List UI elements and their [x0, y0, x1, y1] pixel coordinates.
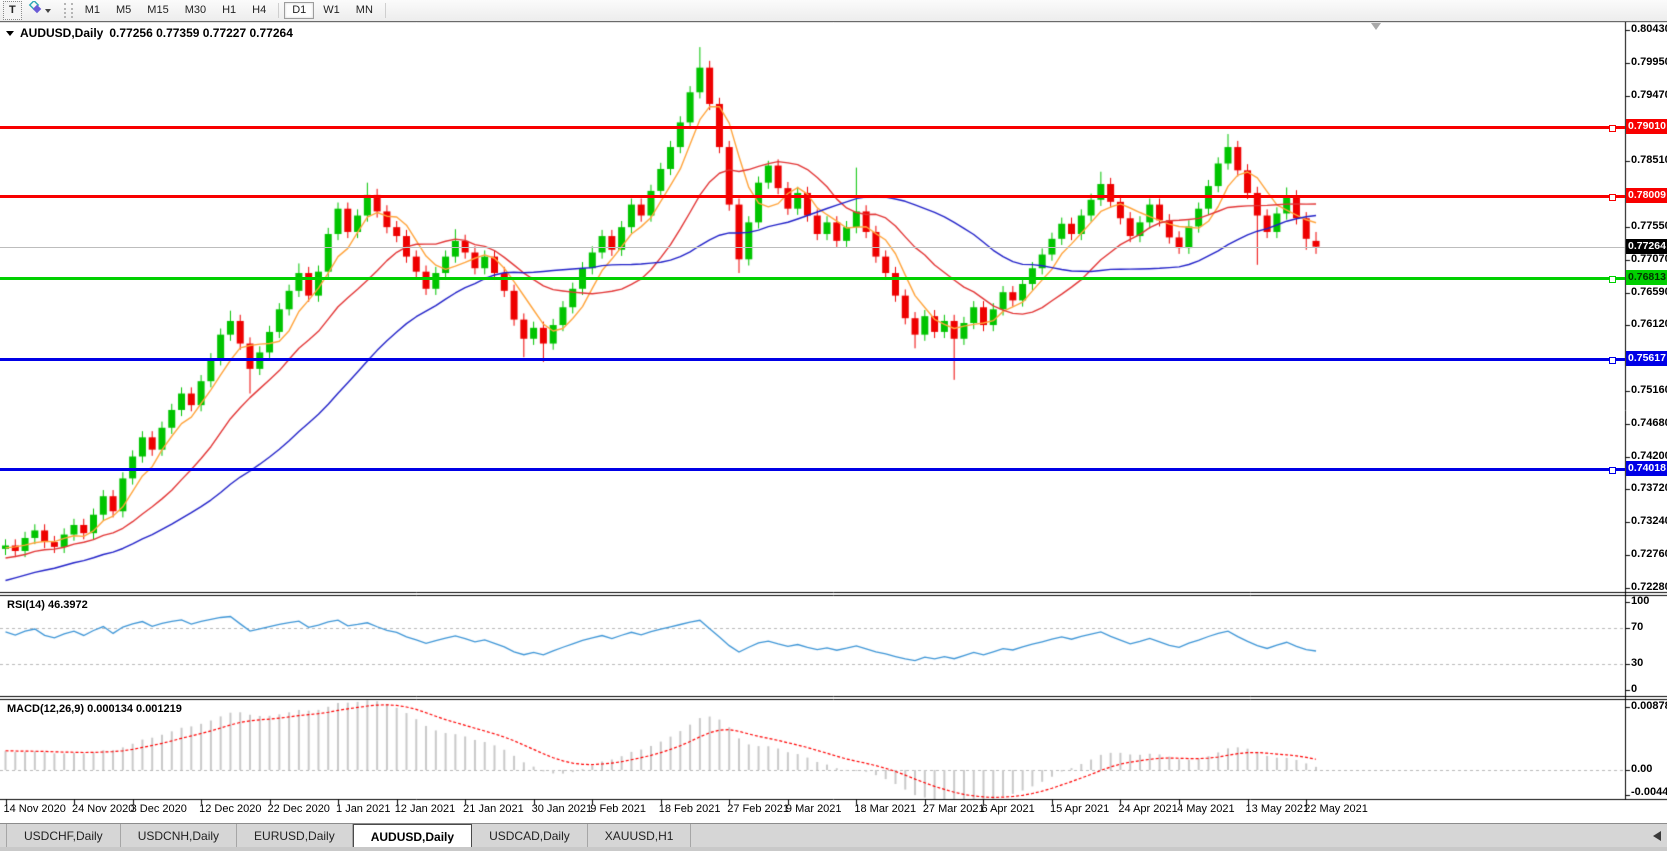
timeframe-h1-button[interactable]: H1	[215, 2, 243, 19]
date-axis-label: 3 Dec 2020	[131, 803, 187, 815]
price-axis-tick: 0.73720	[1631, 482, 1667, 494]
horizontal-line-handle[interactable]	[1609, 194, 1616, 201]
shapes-icon	[28, 1, 42, 20]
collapse-triangle-icon[interactable]	[6, 31, 14, 36]
price-axis-badge: 0.79010	[1626, 119, 1667, 134]
price-axis-tick: 0.80430	[1631, 23, 1667, 35]
price-axis-badge: 0.77264	[1626, 239, 1667, 254]
date-axis-label: 1 Jan 2021	[336, 803, 390, 815]
price-axis-tick: 0.77550	[1631, 220, 1667, 232]
toolbar: T M1 M5 M15 M30 H1 H4 D1 W1 MN	[0, 0, 1667, 22]
horizontal-line-handle[interactable]	[1609, 276, 1616, 283]
rsi-axis-tick: 30	[1631, 657, 1643, 669]
horizontal-line[interactable]	[0, 468, 1625, 471]
macd-axis-tick: 0.00	[1631, 763, 1652, 775]
tab-usdcnh-daily[interactable]: USDCNH,Daily	[121, 824, 237, 848]
toolbar-separator	[278, 3, 279, 18]
macd-axis-tick: 0.008782	[1631, 700, 1667, 712]
macd-indicator-label: MACD(12,26,9) 0.000134 0.001219	[7, 703, 182, 715]
timeframe-d1-button[interactable]: D1	[284, 2, 314, 19]
horizontal-line[interactable]	[0, 195, 1625, 198]
price-axis-badge: 0.74018	[1626, 461, 1667, 476]
price-axis-tick: 0.74200	[1631, 450, 1667, 462]
date-axis-label: 12 Jan 2021	[395, 803, 456, 815]
date-axis-label: 18 Feb 2021	[659, 803, 721, 815]
timeframe-m1-button[interactable]: M1	[78, 2, 107, 19]
date-axis-label: 15 Apr 2021	[1050, 803, 1109, 815]
price-axis-tick: 0.72280	[1631, 581, 1667, 593]
chart-shift-marker[interactable]	[1371, 23, 1381, 30]
horizontal-line-handle[interactable]	[1609, 357, 1616, 364]
price-axis-tick: 0.74680	[1631, 417, 1667, 429]
price-axis-badge: 0.75617	[1626, 351, 1667, 366]
date-axis-label: 27 Mar 2021	[923, 803, 985, 815]
timeframe-m5-button[interactable]: M5	[109, 2, 138, 19]
rsi-axis-tick: 100	[1631, 595, 1649, 607]
chevron-down-icon	[45, 9, 51, 13]
rsi-indicator-label: RSI(14) 46.3972	[7, 599, 88, 611]
tab-usdchf-daily[interactable]: USDCHF,Daily	[6, 824, 121, 848]
date-axis-label: 14 Nov 2020	[4, 803, 66, 815]
date-axis-label: 9 Feb 2021	[590, 803, 646, 815]
chart-title: AUDUSD,Daily 0.77256 0.77359 0.77227 0.7…	[6, 26, 293, 40]
tab-usdcad-daily[interactable]: USDCAD,Daily	[472, 824, 588, 848]
date-axis-label: 24 Nov 2020	[72, 803, 134, 815]
date-axis-label: 18 Mar 2021	[854, 803, 916, 815]
price-axis-tick: 0.77070	[1631, 253, 1667, 265]
price-axis-tick: 0.75160	[1631, 384, 1667, 396]
date-axis-label: 21 Jan 2021	[463, 803, 524, 815]
date-axis-label: 30 Jan 2021	[532, 803, 593, 815]
toolbar-grip[interactable]	[64, 3, 73, 18]
rsi-axis-tick: 0	[1631, 683, 1637, 695]
date-axis-label: 9 Mar 2021	[786, 803, 842, 815]
tab-audusd-daily[interactable]: AUDUSD,Daily	[353, 824, 472, 848]
timeframe-mn-button[interactable]: MN	[349, 2, 380, 19]
macd-axis-tick: -0.00445	[1631, 786, 1667, 798]
drawing-tool-button[interactable]	[24, 2, 55, 19]
date-axis-label: 22 Dec 2020	[268, 803, 330, 815]
price-axis-tick: 0.76590	[1631, 286, 1667, 298]
timeframe-w1-button[interactable]: W1	[316, 2, 347, 19]
rsi-axis-tick: 70	[1631, 621, 1643, 633]
tab-eurusd-daily[interactable]: EURUSD,Daily	[237, 824, 353, 848]
timeframe-m30-button[interactable]: M30	[178, 2, 213, 19]
date-axis-label: 4 May 2021	[1177, 803, 1234, 815]
date-axis-label: 27 Feb 2021	[727, 803, 789, 815]
date-axis-label: 12 Dec 2020	[199, 803, 261, 815]
timeframe-h4-button[interactable]: H4	[245, 2, 273, 19]
price-axis-badge: 0.78009	[1626, 188, 1667, 203]
price-axis-tick: 0.73240	[1631, 515, 1667, 527]
terminal-window: T M1 M5 M15 M30 H1 H4 D1 W1 MN AUDUSD,Da…	[0, 0, 1667, 851]
date-axis-label: 6 Apr 2021	[982, 803, 1035, 815]
horizontal-line-handle[interactable]	[1609, 125, 1616, 132]
price-axis-tick: 0.72760	[1631, 548, 1667, 560]
status-bar	[0, 847, 1667, 851]
text-tool-button[interactable]: T	[3, 1, 22, 20]
current-price-line	[0, 247, 1625, 248]
price-axis-tick: 0.79950	[1631, 56, 1667, 68]
date-axis-label: 22 May 2021	[1304, 803, 1368, 815]
chart-ohlc-values: 0.77256 0.77359 0.77227 0.77264	[109, 26, 293, 40]
price-axis-tick: 0.76120	[1631, 318, 1667, 330]
price-axis-badge: 0.76813	[1626, 270, 1667, 285]
toolbar-separator	[385, 3, 386, 18]
tab-scroll-left-arrow[interactable]	[1653, 831, 1661, 841]
horizontal-line[interactable]	[0, 277, 1625, 280]
horizontal-line[interactable]	[0, 358, 1625, 361]
price-axis-tick: 0.79470	[1631, 89, 1667, 101]
horizontal-line-handle[interactable]	[1609, 467, 1616, 474]
chart-symbol-label: AUDUSD,Daily	[20, 26, 103, 40]
timeframe-m15-button[interactable]: M15	[140, 2, 175, 19]
price-axis-tick: 0.78510	[1631, 154, 1667, 166]
date-axis-label: 24 Apr 2021	[1118, 803, 1177, 815]
date-axis-label: 13 May 2021	[1246, 803, 1310, 815]
chart-tab-bar: USDCHF,Daily USDCNH,Daily EURUSD,Daily A…	[0, 823, 1667, 848]
tab-xauusd-h1[interactable]: XAUUSD,H1	[588, 824, 692, 848]
horizontal-line[interactable]	[0, 126, 1625, 129]
